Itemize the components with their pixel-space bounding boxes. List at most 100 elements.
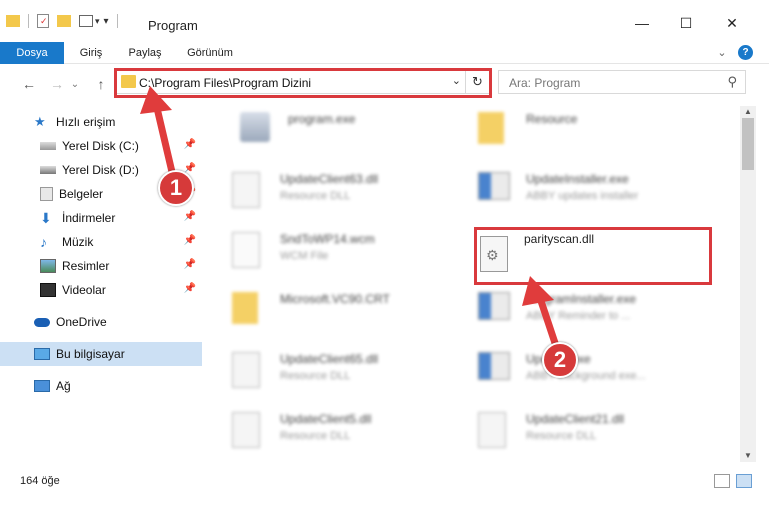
sidebar-item-network[interactable]: Ağ — [0, 374, 202, 398]
tab-view[interactable]: Görünüm — [178, 42, 242, 64]
forward-button[interactable]: → — [46, 74, 68, 94]
pin-icon[interactable]: 📌 — [184, 283, 196, 294]
status-bar: 164 öğe — [0, 470, 769, 494]
sidebar-item-music[interactable]: ♪ Müzik 📌 — [0, 230, 202, 254]
tab-share[interactable]: Paylaş — [120, 42, 170, 64]
list-item[interactable]: UpdateClient5.dll Resource DLL — [212, 406, 452, 462]
folder-icon — [478, 112, 504, 144]
details-view-icon[interactable] — [714, 474, 730, 488]
sidebar-item-onedrive[interactable]: OneDrive — [0, 310, 202, 334]
sidebar-item-label: Ağ — [56, 379, 71, 393]
step-2-badge: 2 — [542, 342, 578, 378]
sidebar-item-quick-access[interactable]: ★ Hızlı erişim — [0, 110, 202, 134]
download-icon: ⬇ — [40, 210, 52, 226]
chevron-down-icon[interactable]: ▾ — [95, 16, 100, 27]
properties-icon[interactable]: ✓ — [37, 14, 49, 28]
folder-icon[interactable] — [6, 15, 20, 27]
navigation-pane: ★ Hızlı erişim Yerel Disk (C:) 📌 Yerel D… — [0, 106, 206, 462]
file-name: Resource — [526, 112, 578, 126]
file-description: Resource DLL — [280, 430, 351, 442]
music-icon: ♪ — [40, 234, 47, 250]
sidebar-item-videos[interactable]: Videolar 📌 — [0, 278, 202, 302]
pin-icon[interactable]: 📌 — [184, 211, 196, 222]
sidebar-item-label: Resimler — [62, 259, 110, 273]
computer-icon — [34, 348, 50, 360]
list-item[interactable]: Microsoft.VC90.CRT — [212, 286, 452, 342]
sidebar-item-label: Belgeler — [59, 187, 104, 201]
list-item[interactable]: program.exe — [220, 106, 460, 162]
file-name: program.exe — [288, 112, 356, 126]
file-name: UpdateClient5.dll — [280, 412, 372, 426]
maximize-button[interactable]: ☐ — [666, 10, 706, 36]
view-options-icon[interactable] — [79, 15, 93, 27]
dll-icon — [232, 172, 260, 208]
list-item[interactable]: Resource — [458, 106, 698, 162]
sidebar-item-label: Hızlı erişim — [56, 115, 116, 129]
search-box[interactable]: Ara: Program ⚲ — [498, 70, 746, 94]
sidebar-item-pictures[interactable]: Resimler 📌 — [0, 254, 202, 278]
file-name: ProgramInstaller.exe — [526, 292, 637, 306]
installer-icon — [478, 352, 510, 380]
scroll-up-icon[interactable]: ▲ — [740, 106, 756, 118]
drive-icon — [40, 142, 56, 150]
large-icons-view-icon[interactable] — [736, 474, 752, 488]
file-icon — [232, 232, 260, 268]
sidebar-item-this-pc[interactable]: Bu bilgisayar — [0, 342, 202, 366]
sidebar-item-label: Yerel Disk (D:) — [62, 163, 139, 177]
item-count: 164 öğe — [20, 475, 60, 487]
search-icon[interactable]: ⚲ — [727, 74, 737, 90]
installer-icon — [478, 172, 510, 200]
sidebar-item-label: Müzik — [62, 235, 94, 249]
dll-icon — [232, 352, 260, 388]
list-item[interactable]: Updater.exe ABBY background exe... — [458, 346, 698, 402]
file-name: SndToWP14.wcm — [280, 232, 375, 246]
title-bar: ✓ ▾ ▾ Program — ☐ ✕ — [0, 0, 769, 42]
ribbon-tabs: Dosya Giriş Paylaş Görünüm ⌄ ? — [0, 42, 769, 98]
sidebar-item-label: OneDrive — [56, 315, 107, 329]
scroll-down-icon[interactable]: ▼ — [740, 450, 756, 462]
close-button[interactable]: ✕ — [712, 10, 752, 36]
search-input[interactable]: Ara: Program — [509, 76, 580, 90]
file-description: Resource DLL — [280, 370, 351, 382]
window-title: Program — [148, 18, 198, 33]
pin-icon[interactable]: 📌 — [184, 139, 196, 150]
pin-icon[interactable]: 📌 — [184, 259, 196, 270]
new-folder-icon[interactable] — [57, 15, 71, 27]
file-description: Resource DLL — [526, 430, 597, 442]
customize-toolbar-icon[interactable]: ▾ — [104, 16, 109, 27]
list-item[interactable]: SndToWP14.wcm WCM File — [212, 226, 452, 282]
divider — [28, 14, 29, 28]
file-description: WCM File — [280, 250, 329, 262]
list-item[interactable]: UpdateClient21.dll Resource DLL — [458, 406, 698, 462]
cloud-icon — [34, 317, 50, 327]
pictures-icon — [40, 259, 56, 273]
tab-home[interactable]: Giriş — [66, 42, 116, 64]
file-highlight-box — [474, 227, 712, 285]
expand-ribbon-icon[interactable]: ⌄ — [712, 42, 732, 64]
drive-icon — [40, 166, 56, 174]
pin-icon[interactable]: 📌 — [184, 235, 196, 246]
vertical-scrollbar[interactable]: ▲ ▼ — [740, 106, 756, 462]
sidebar-item-disk-c[interactable]: Yerel Disk (C:) 📌 — [0, 134, 202, 158]
help-icon[interactable]: ? — [738, 45, 753, 60]
list-item[interactable]: UpdateClient65.dll Resource DLL — [212, 346, 452, 402]
recent-locations-button[interactable]: ⌄ — [68, 74, 82, 94]
back-button[interactable]: ← — [18, 74, 40, 94]
installer-icon — [478, 292, 510, 320]
up-button[interactable]: ↑ — [90, 74, 112, 94]
file-description: ABBY background exe... — [526, 370, 646, 382]
scroll-thumb[interactable] — [742, 118, 754, 170]
divider — [116, 14, 118, 28]
list-item[interactable]: UpdateClient63.dll Resource DLL — [212, 166, 452, 222]
sidebar-item-label: Bu bilgisayar — [56, 347, 125, 361]
minimize-button[interactable]: — — [622, 10, 662, 36]
file-name: UpdateClient65.dll — [280, 352, 379, 366]
sidebar-item-downloads[interactable]: ⬇ İndirmeler 📌 — [0, 206, 202, 230]
list-item[interactable]: ProgramInstaller.exe ABBY Reminder to ..… — [458, 286, 698, 342]
list-item[interactable]: UpdateInstaller.exe ABBY updates install… — [458, 166, 698, 222]
file-name: Microsoft.VC90.CRT — [280, 292, 390, 306]
sidebar-item-label: Yerel Disk (C:) — [62, 139, 139, 153]
quick-access-toolbar: ✓ ▾ ▾ — [6, 12, 118, 30]
dll-icon — [232, 412, 260, 448]
dll-icon — [478, 412, 506, 448]
